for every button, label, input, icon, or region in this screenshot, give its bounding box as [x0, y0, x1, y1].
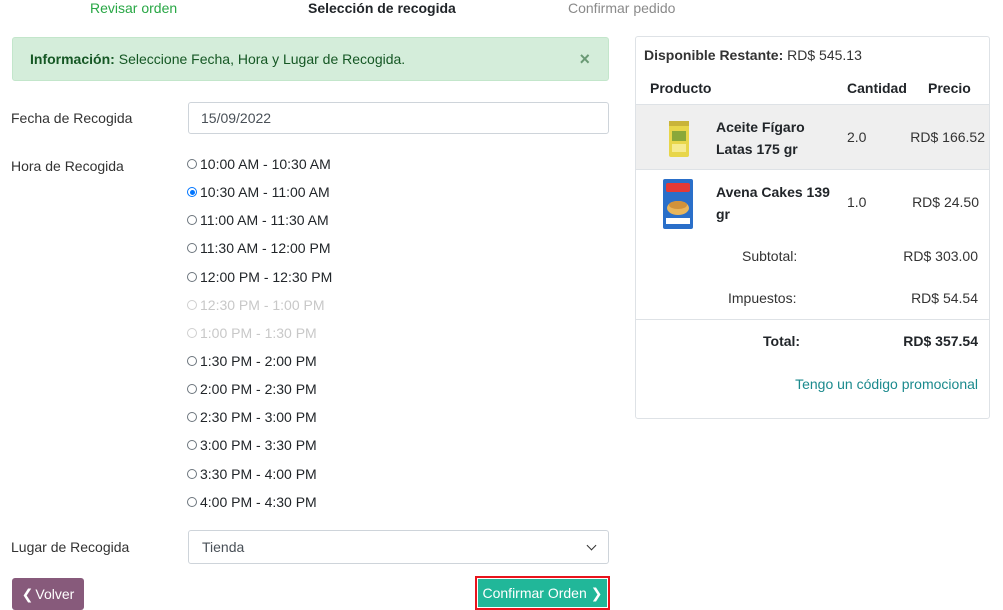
- oil-can-image: [669, 121, 689, 157]
- time-slot-label: 3:30 PM - 4:00 PM: [200, 465, 317, 482]
- info-alert: Información: Seleccione Fecha, Hora y Lu…: [12, 37, 609, 81]
- time-slot-label: 12:30 PM - 1:00 PM: [200, 296, 325, 313]
- radio-button[interactable]: [187, 271, 197, 282]
- step-pickup: Selección de recogida: [308, 0, 456, 16]
- time-slot-option[interactable]: 4:00 PM - 4:30 PM: [187, 488, 332, 516]
- time-slot-option: 1:00 PM - 1:30 PM: [187, 319, 332, 347]
- pickup-date-input[interactable]: [188, 102, 609, 134]
- tax-label: Impuestos:: [728, 290, 797, 306]
- available-label: Disponible Restante:: [644, 47, 784, 63]
- step-review[interactable]: Revisar orden: [90, 0, 177, 16]
- time-slot-option[interactable]: 2:00 PM - 2:30 PM: [187, 375, 332, 403]
- radio-button[interactable]: [187, 356, 197, 367]
- radio-button[interactable]: [187, 384, 197, 395]
- time-slot-label: 2:00 PM - 2:30 PM: [200, 381, 317, 398]
- time-slot-label: 1:00 PM - 1:30 PM: [200, 324, 317, 341]
- time-slot-label: 4:00 PM - 4:30 PM: [200, 493, 317, 510]
- radio-button[interactable]: [187, 187, 197, 198]
- checkout-steps: Revisar orden Selección de recogida Conf…: [0, 0, 1003, 16]
- time-slot-option[interactable]: 12:00 PM - 12:30 PM: [187, 263, 332, 291]
- alert-title: Información:: [30, 51, 115, 67]
- time-slot-option[interactable]: 3:00 PM - 3:30 PM: [187, 431, 332, 459]
- time-slot-list: 10:00 AM - 10:30 AM 10:30 AM - 11:00 AM 11…: [187, 150, 332, 516]
- radio-button[interactable]: [187, 496, 197, 507]
- col-price: Precio: [928, 80, 971, 96]
- pickup-place-select[interactable]: Tienda: [188, 530, 609, 564]
- radio-button[interactable]: [187, 243, 197, 254]
- product-name: Aceite Fígaro Latas 175 gr: [716, 119, 805, 157]
- time-slot-option[interactable]: 10:00 AM - 10:30 AM: [187, 150, 332, 178]
- product-price: RD$ 24.50: [912, 194, 979, 210]
- time-slot-label: 12:00 PM - 12:30 PM: [200, 268, 333, 285]
- promo-code-link[interactable]: Tengo un código promocional: [795, 376, 978, 392]
- radio-button[interactable]: [187, 412, 197, 423]
- pickup-place-value: Tienda: [202, 539, 245, 555]
- divider: [636, 319, 989, 320]
- chevron-right-icon: ❯: [590, 584, 603, 601]
- time-slot-option[interactable]: 10:30 AM - 11:00 AM: [187, 178, 332, 206]
- chevron-down-icon: [586, 540, 597, 550]
- divider: [636, 169, 989, 170]
- oat-cakes-image: [663, 179, 693, 229]
- radio-button[interactable]: [187, 468, 197, 479]
- radio-button[interactable]: [187, 159, 197, 170]
- time-slot-option[interactable]: 3:30 PM - 4:00 PM: [187, 460, 332, 488]
- col-product: Producto: [650, 80, 712, 96]
- radio-button: [187, 327, 197, 338]
- order-summary-card: Disponible Restante: RD$ 545.13 Producto…: [635, 36, 990, 419]
- tax-value: RD$ 54.54: [911, 290, 978, 306]
- time-slot-option[interactable]: 11:00 AM - 11:30 AM: [187, 206, 332, 234]
- time-slot-option: 12:30 PM - 1:00 PM: [187, 291, 332, 319]
- product-price: RD$ 166.52: [910, 129, 985, 145]
- alert-message: Seleccione Fecha, Hora y Lugar de Recogi…: [118, 51, 406, 67]
- subtotal-value: RD$ 303.00: [903, 248, 978, 264]
- radio-button[interactable]: [187, 440, 197, 451]
- confirm-button-label: Confirmar Orden: [482, 585, 587, 601]
- confirm-button-highlight: Confirmar Orden ❯: [475, 576, 610, 610]
- chevron-left-icon: ❮: [21, 585, 34, 602]
- total-value: RD$ 357.54: [903, 333, 978, 349]
- time-label: Hora de Recogida: [11, 158, 124, 174]
- available-value: RD$ 545.13: [787, 47, 862, 63]
- step-confirm: Confirmar pedido: [568, 0, 676, 16]
- product-name: Avena Cakes 139 gr: [716, 184, 830, 222]
- time-slot-label: 3:00 PM - 3:30 PM: [200, 437, 317, 454]
- confirm-order-button[interactable]: Confirmar Orden ❯: [478, 579, 607, 607]
- close-icon[interactable]: ×: [579, 50, 590, 68]
- total-label: Total:: [763, 333, 801, 349]
- date-label: Fecha de Recogida: [11, 110, 133, 126]
- product-qty: 1.0: [847, 194, 867, 210]
- back-button-label: Volver: [35, 586, 75, 602]
- place-label: Lugar de Recogida: [11, 539, 130, 555]
- time-slot-option[interactable]: 1:30 PM - 2:00 PM: [187, 347, 332, 375]
- back-button[interactable]: ❮ Volver: [12, 578, 84, 610]
- time-slot-label: 10:30 AM - 11:00 AM: [200, 184, 330, 201]
- radio-button[interactable]: [187, 215, 197, 226]
- time-slot-option[interactable]: 2:30 PM - 3:00 PM: [187, 403, 332, 431]
- product-qty: 2.0: [847, 129, 867, 145]
- radio-button: [187, 299, 197, 310]
- time-slot-label: 1:30 PM - 2:00 PM: [200, 353, 317, 370]
- time-slot-label: 11:00 AM - 11:30 AM: [200, 212, 329, 229]
- time-slot-label: 11:30 AM - 12:00 PM: [200, 240, 331, 257]
- time-slot-option[interactable]: 11:30 AM - 12:00 PM: [187, 234, 332, 262]
- subtotal-label: Subtotal:: [742, 248, 798, 264]
- time-slot-label: 2:30 PM - 3:00 PM: [200, 409, 317, 426]
- col-qty: Cantidad: [847, 80, 907, 96]
- time-slot-label: 10:00 AM - 10:30 AM: [200, 156, 331, 173]
- available-balance: Disponible Restante: RD$ 545.13: [644, 47, 862, 63]
